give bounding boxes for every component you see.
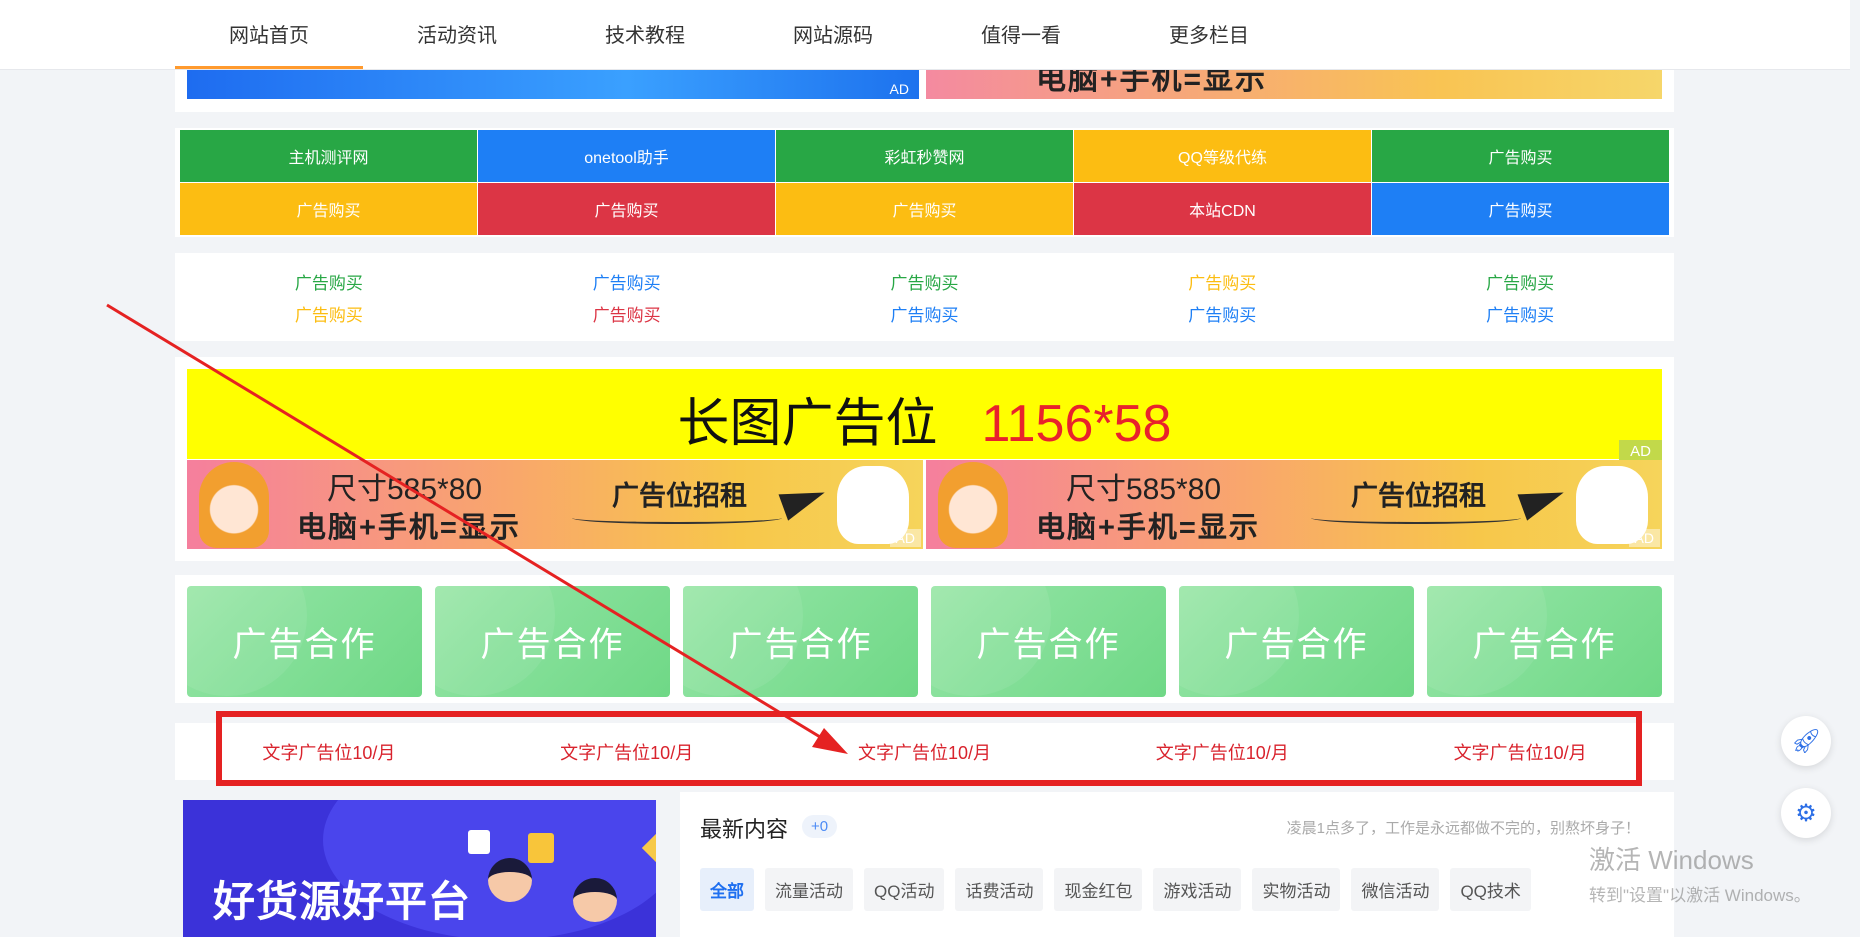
latest-content-panel: 最新内容 +0 凌晨1点多了，工作是永远都做不完的，别熬坏身子！ 全部 流量活动 Q… [680, 792, 1674, 937]
ad-cooperation-card[interactable]: 广告合作 [931, 586, 1166, 697]
long-banner-ad[interactable]: 长图广告位 1156*58 AD [187, 369, 1662, 463]
ad-cooperation-cards: 广告合作 广告合作 广告合作 广告合作 广告合作 广告合作 [187, 586, 1662, 697]
cartoon-girl-icon [199, 462, 269, 548]
promo-title: 好货源好平台 [213, 878, 472, 925]
nav-active-indicator [175, 66, 363, 69]
banner-ad-left[interactable]: AD [187, 70, 919, 99]
half-banner-rent: 广告位招租 [612, 481, 747, 511]
text-links-grid: 广告购买 广告购买 广告购买 广告购买 广告购买 广告购买 广告购买 广告购买 广告购买 广告购买 [180, 265, 1669, 329]
colored-link[interactable]: 广告购买 [1372, 130, 1669, 182]
ad-badge: AD [889, 81, 909, 97]
paper-plane-icon [778, 479, 830, 521]
half-banner-rent: 广告位招租 [1351, 481, 1486, 511]
half-banner-device: 电脑+手机=显示 [297, 512, 521, 544]
half-banner-device: 电脑+手机=显示 [1036, 512, 1260, 544]
text-link[interactable]: 广告购买 [180, 297, 478, 329]
ad-cooperation-card[interactable]: 广告合作 [187, 586, 422, 697]
wave-line [1311, 512, 1521, 524]
category-tab[interactable]: 全部 [700, 868, 754, 911]
settings-button[interactable]: ⚙ [1781, 788, 1831, 838]
banner-ad-right[interactable]: 电脑+手机=显示 [926, 70, 1662, 99]
note-icon [528, 833, 554, 863]
text-link[interactable]: 广告购买 [776, 297, 1074, 329]
windows-activation-watermark: 激活 Windows 转到"设置"以激活 Windows。 [1589, 840, 1811, 906]
category-tab[interactable]: 现金红包 [1054, 868, 1143, 911]
colored-link[interactable]: 主机测评网 [180, 130, 477, 182]
annotation-highlight-frame [216, 711, 1642, 786]
back-to-top-button[interactable]: 🚀︎ [1781, 716, 1831, 766]
text-link[interactable]: 广告购买 [1371, 297, 1669, 329]
colored-link[interactable]: 广告购买 [478, 183, 775, 235]
count-badge: +0 [802, 815, 838, 838]
text-link[interactable]: 广告购买 [1073, 297, 1371, 329]
ad-cooperation-card[interactable]: 广告合作 [435, 586, 670, 697]
half-banner-ad-left[interactable]: 尺寸585*80 电脑+手机=显示 广告位招租 AD [187, 460, 923, 549]
colored-links-block: 主机测评网 onetool助手 彩虹秒赞网 QQ等级代练 广告购买 广告购买 广告购买 广告购… [175, 128, 1674, 237]
category-tab[interactable]: QQ活动 [864, 868, 945, 911]
long-banner-text: 长图广告位 1156*58 [187, 381, 1662, 456]
person-illustration [488, 858, 532, 902]
text-link[interactable]: 广告购买 [180, 265, 478, 297]
colored-link[interactable]: 广告购买 [1372, 183, 1669, 235]
ad-badge: AD [1628, 529, 1660, 547]
category-tab[interactable]: 微信活动 [1351, 868, 1440, 911]
top-banner-strip: AD 电脑+手机=显示 [175, 70, 1674, 112]
watermark-subtitle: 转到"设置"以激活 Windows。 [1589, 886, 1811, 905]
nav-item[interactable]: 网站源码 [739, 0, 927, 70]
category-tabs: 全部 流量活动 QQ活动 话费活动 现金红包 游戏活动 实物活动 微信活动 QQ技术 [700, 868, 1531, 911]
motto-text: 凌晨1点多了，工作是永远都做不完的，别熬坏身子！ [1286, 820, 1640, 837]
ad-cooperation-card[interactable]: 广告合作 [1179, 586, 1414, 697]
nav-item[interactable]: 技术教程 [551, 0, 739, 70]
colored-link[interactable]: QQ等级代练 [1074, 130, 1371, 182]
nav-item[interactable]: 活动资讯 [363, 0, 551, 70]
nav-item[interactable]: 网站首页 [175, 0, 363, 70]
text-link[interactable]: 广告购买 [1073, 265, 1371, 297]
category-tab[interactable]: 流量活动 [765, 868, 853, 911]
colored-link[interactable]: onetool助手 [478, 130, 775, 182]
wave-line [572, 512, 782, 524]
half-banner-size: 尺寸585*80 [327, 473, 483, 506]
cartoon-girl-icon [938, 462, 1008, 548]
category-tab[interactable]: 实物活动 [1252, 868, 1341, 911]
colored-link[interactable]: 本站CDN [1074, 183, 1371, 235]
nav-item[interactable]: 更多栏目 [1115, 0, 1303, 70]
ad-badge: AD [889, 529, 921, 547]
watermark-title: 激活 Windows [1589, 845, 1754, 875]
colored-links-grid: 主机测评网 onetool助手 彩虹秒赞网 QQ等级代练 广告购买 广告购买 广告购买 广告购… [180, 130, 1669, 235]
colored-link[interactable]: 广告购买 [180, 183, 477, 235]
nav-item[interactable]: 值得一看 [927, 0, 1115, 70]
ad-cooperation-card[interactable]: 广告合作 [683, 586, 918, 697]
category-tab[interactable]: 话费活动 [955, 868, 1044, 911]
banner-text: 电脑+手机=显示 [1036, 70, 1268, 96]
gear-icon: ⚙ [1795, 799, 1817, 827]
rocket-icon: 🚀︎ [1790, 727, 1822, 755]
colored-link[interactable]: 彩虹秒赞网 [776, 130, 1073, 182]
half-banner-ad-right[interactable]: 尺寸585*80 电脑+手机=显示 广告位招租 AD [926, 460, 1662, 549]
ad-cooperation-card[interactable]: 广告合作 [1427, 586, 1662, 697]
section-title: 最新内容 [700, 817, 789, 842]
text-link[interactable]: 广告购买 [478, 265, 776, 297]
text-link[interactable]: 广告购买 [478, 297, 776, 329]
long-banner-title: 长图广告位 [677, 395, 938, 453]
colored-link[interactable]: 广告购买 [776, 183, 1073, 235]
top-navigation: 网站首页 活动资讯 技术教程 网站源码 值得一看 更多栏目 [0, 0, 1850, 70]
category-tab[interactable]: 游戏活动 [1153, 868, 1242, 911]
paper-plane-icon [1517, 479, 1569, 521]
document-icon [468, 830, 490, 854]
text-link[interactable]: 广告购买 [776, 265, 1074, 297]
text-links-block: 广告购买 广告购买 广告购买 广告购买 广告购买 广告购买 广告购买 广告购买 广告购买 广告购买 [175, 253, 1674, 341]
text-link[interactable]: 广告购买 [1371, 265, 1669, 297]
half-banner-size: 尺寸585*80 [1066, 473, 1222, 506]
nav-menu: 网站首页 活动资讯 技术教程 网站源码 值得一看 更多栏目 [175, 0, 1303, 70]
ad-cooperation-block: 广告合作 广告合作 广告合作 广告合作 广告合作 广告合作 [175, 575, 1674, 703]
person-illustration [573, 878, 617, 922]
long-banner-size: 1156*58 [981, 395, 1172, 453]
promo-banner[interactable]: 好货源好平台 [183, 800, 656, 937]
banner-ad-block: 长图广告位 1156*58 AD 尺寸585*80 电脑+手机=显示 广告位招租 … [175, 357, 1674, 561]
category-tab[interactable]: QQ技术 [1450, 868, 1531, 911]
